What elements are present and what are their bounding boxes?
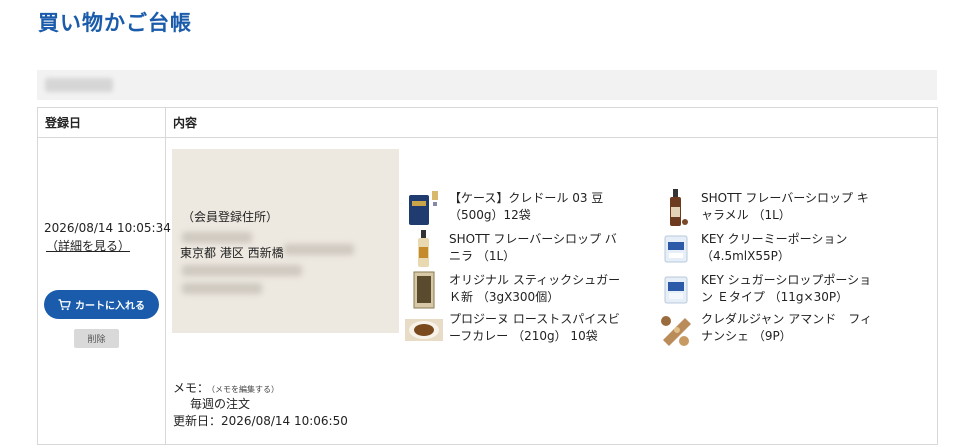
product-item[interactable]: SHOTT フレーバーシロップ バニラ （1L） [405,230,625,268]
product-item[interactable]: KEY シュガーシロップポーション Ｅタイプ （11g×30P） [657,271,877,309]
detail-link[interactable]: （詳細を見る） [46,237,130,254]
ledger-table: 登録日 内容 2026/08/14 10:05:34 （詳細を見る） カートに入… [37,107,938,445]
product-name: SHOTT フレーバーシロップ バニラ （1L） [449,232,617,263]
coffee-bag-icon [405,189,443,227]
header-date: 登録日 [37,107,166,138]
product-item[interactable]: オリジナル スティックシュガー Ｋ新 （3gX300個） [405,271,625,309]
header-content: 内容 [165,107,938,138]
sugar-box-icon [405,271,443,309]
cart-icon [58,298,71,310]
product-item[interactable]: KEY クリーミーポーション （4.5mlX55P） [657,230,877,268]
date-cell: 2026/08/14 10:05:34 （詳細を見る） カートに入れる 削除 [37,137,171,445]
section-bar [37,70,937,100]
product-name: オリジナル スティックシュガー Ｋ新 （3gX300個） [449,273,621,304]
redacted-text [182,232,252,243]
address-city: 東京都 港区 西新橋 [180,246,284,260]
add-to-cart-label: カートに入れる [75,301,145,312]
memo-label: メモ： [173,381,210,395]
redacted-text [284,244,354,255]
creamer-pack-icon [657,230,695,268]
syrup-bottle-icon [405,230,443,268]
product-item[interactable]: SHOTT フレーバーシロップ キャラメル （1L） [657,189,877,227]
delete-button[interactable]: 削除 [74,329,119,348]
product-name: SHOTT フレーバーシロップ キャラメル （1L） [701,191,869,222]
product-item[interactable]: クレダルジャン アマンド フィナンシェ （9P） [657,310,877,348]
syrup-pack-icon [657,271,695,309]
product-name: KEY クリーミーポーション （4.5mlX55P） [701,232,848,263]
memo-edit-link[interactable]: （メモを編集する） [211,385,279,394]
product-name: KEY シュガーシロップポーション Ｅタイプ （11g×30P） [701,273,872,304]
product-name: プロジーヌ ローストスパイスビーフカレー （210g） 10袋 [449,312,620,343]
table-row: 2026/08/14 10:05:34 （詳細を見る） カートに入れる 削除 （… [37,137,938,445]
redacted-text [182,283,262,294]
page-title: 買い物かご台帳 [38,11,192,35]
syrup-bottle-icon [657,189,695,227]
memo-line: メモ： （メモを編集する） [173,379,279,396]
registered-date: 2026/08/14 10:05:34 [44,221,171,235]
memo-text: 毎週の注文 [190,397,251,411]
product-item[interactable]: 【ケース】クレドール 03 豆 （500g）12袋 [405,189,625,227]
curry-plate-icon [405,310,443,348]
updated-date: 更新日：2026/08/14 10:06:50 [173,414,348,428]
content-cell: （会員登録住所） 東京都 港区 西新橋 【ケース】クレドール 03 豆 （500… [165,137,938,445]
address-box: （会員登録住所） 東京都 港区 西新橋 [172,149,399,333]
redacted-label [45,78,113,92]
financier-icon [657,310,695,348]
address-label: （会員登録住所） [182,210,279,224]
add-to-cart-button[interactable]: カートに入れる [44,290,159,319]
redacted-text [182,265,302,276]
product-name: クレダルジャン アマンド フィナンシェ （9P） [701,312,872,343]
product-item[interactable]: プロジーヌ ローストスパイスビーフカレー （210g） 10袋 [405,310,625,348]
product-name: 【ケース】クレドール 03 豆 （500g）12袋 [449,191,604,222]
